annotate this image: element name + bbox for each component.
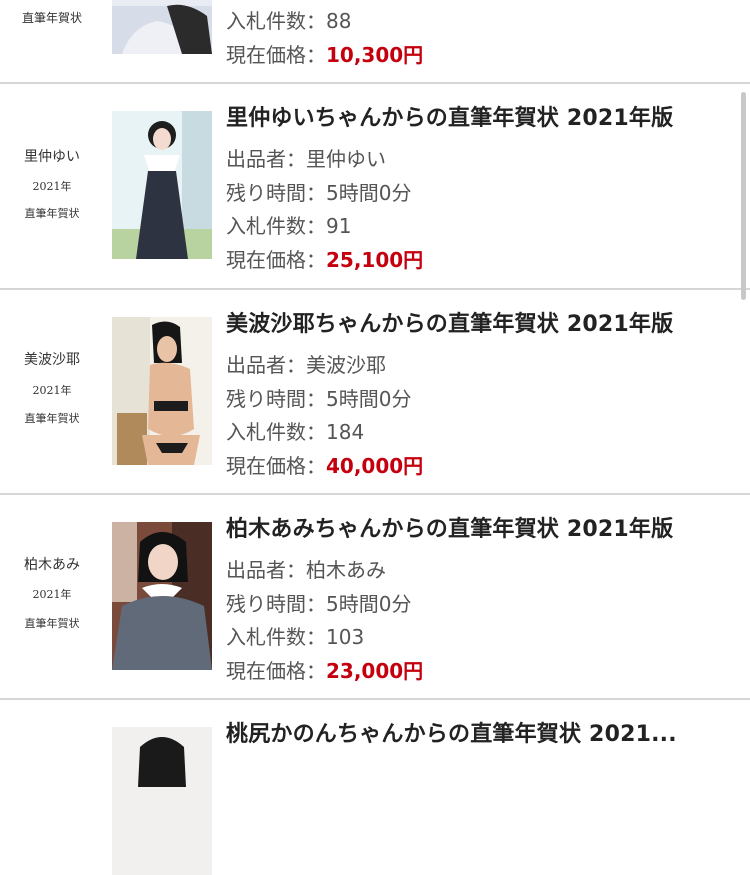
price-value: 40,000円 (326, 454, 424, 478)
seller: 出品者：柏木あみ (226, 558, 386, 582)
price-value: 10,300円 (326, 43, 424, 67)
bid-count: 入札件数：88 (226, 9, 352, 33)
bid-count: 入札件数：103 (226, 625, 365, 649)
card-caption: 直筆年賀状 (24, 207, 80, 220)
new-year-card-thumbnail: 直筆年賀状 (0, 0, 104, 83)
card-caption: 直筆年賀状 (21, 11, 82, 25)
price-value: 25,100円 (326, 248, 424, 272)
current-price: 現在価格：25,100円 (226, 248, 424, 272)
item-photo[interactable] (112, 727, 212, 875)
time-left: 残り時間：5時間0分 (226, 387, 412, 411)
item-photo[interactable] (112, 0, 212, 54)
current-price: 現在価格：10,300円 (226, 43, 424, 67)
item-title[interactable]: 美波沙耶ちゃんからの直筆年賀状 2021年版 (226, 306, 673, 338)
bid-count: 入札件数：91 (226, 214, 352, 238)
new-year-card-thumbnail: 美波沙耶 2021年 直筆年賀状 (0, 290, 104, 493)
scrollbar[interactable] (741, 92, 746, 300)
list-item[interactable]: 柏木あみ 2021年 直筆年賀状 柏木あみちゃんからの直筆年賀状 2021年版 … (0, 495, 750, 698)
time-left: 残り時間：5時間0分 (226, 181, 412, 205)
new-year-card-thumbnail: 柏木あみ 2021年 直筆年賀状 (0, 495, 104, 698)
card-year: 2021年 (32, 588, 72, 601)
card-year: 2021年 (32, 384, 72, 397)
seller: 出品者：里仲ゆい (226, 147, 386, 171)
card-caption: 直筆年賀状 (24, 617, 80, 630)
list-item[interactable]: 桃尻かのんちゃんからの直筆年賀状 2021... (0, 700, 750, 875)
time-left: 残り時間：5時間0分 (226, 592, 412, 616)
list-item[interactable]: 直筆年賀状 入札件数：88 現在価格：10,300円 (0, 0, 750, 83)
item-photo[interactable] (112, 111, 212, 259)
current-price: 現在価格：40,000円 (226, 454, 424, 478)
card-name: 美波沙耶 (24, 352, 80, 368)
item-photo[interactable] (112, 317, 212, 465)
item-photo[interactable] (112, 522, 212, 670)
bid-count: 入札件数：184 (226, 420, 365, 444)
current-price: 現在価格：23,000円 (226, 659, 424, 683)
card-name: 里仲ゆい (24, 149, 80, 165)
item-title[interactable]: 柏木あみちゃんからの直筆年賀状 2021年版 (226, 511, 673, 543)
price-value: 23,000円 (326, 659, 424, 683)
seller: 出品者：美波沙耶 (226, 353, 386, 377)
item-title[interactable]: 桃尻かのんちゃんからの直筆年賀状 2021... (226, 716, 677, 748)
list-item[interactable]: 里仲ゆい 2021年 直筆年賀状 里仲ゆいちゃんからの直筆年賀状 2021年版 … (0, 84, 750, 289)
new-year-card-thumbnail: 里仲ゆい 2021年 直筆年賀状 (0, 84, 104, 289)
card-year: 2021年 (32, 180, 72, 193)
card-name: 柏木あみ (24, 557, 80, 573)
list-item[interactable]: 美波沙耶 2021年 直筆年賀状 美波沙耶ちゃんからの直筆年賀状 2021年版 … (0, 290, 750, 493)
item-title[interactable]: 里仲ゆいちゃんからの直筆年賀状 2021年版 (226, 100, 673, 132)
card-caption: 直筆年賀状 (24, 412, 80, 425)
